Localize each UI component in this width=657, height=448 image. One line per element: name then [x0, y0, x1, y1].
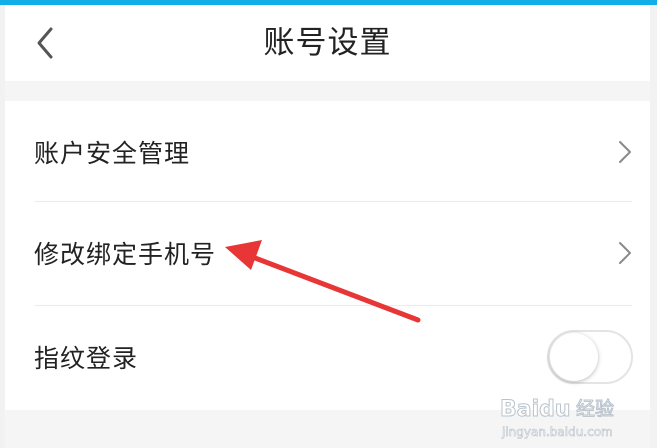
watermark-cn: 经验: [576, 398, 614, 420]
top-bar: 账号设置: [5, 5, 650, 81]
fingerprint-toggle[interactable]: [547, 329, 633, 384]
watermark-brand: Baidu: [500, 397, 571, 422]
baidu-jingyan-watermark: Baidu 经验 jingyan.baidu.com: [500, 388, 650, 444]
settings-list: 账户安全管理 修改绑定手机号 指纹登录: [5, 101, 650, 410]
settings-item-label: 账户安全管理: [34, 138, 191, 168]
watermark-logo: Baidu 经验 jingyan.baidu.com: [500, 397, 615, 440]
settings-item-label: 指纹登录: [34, 343, 139, 373]
settings-item-label: 修改绑定手机号: [34, 239, 217, 269]
chevron-right-icon: [619, 140, 631, 163]
account-settings-page: 账号设置 账户安全管理 修改绑定手机号 指纹登录: [5, 5, 650, 448]
chevron-right-icon: [619, 241, 631, 264]
watermark-url: jingyan.baidu.com: [501, 425, 613, 439]
settings-item-account-security[interactable]: 账户安全管理: [5, 101, 650, 202]
page-title: 账号设置: [263, 25, 392, 61]
settings-item-change-phone[interactable]: 修改绑定手机号: [5, 202, 650, 303]
toggle-knob: [550, 332, 598, 381]
